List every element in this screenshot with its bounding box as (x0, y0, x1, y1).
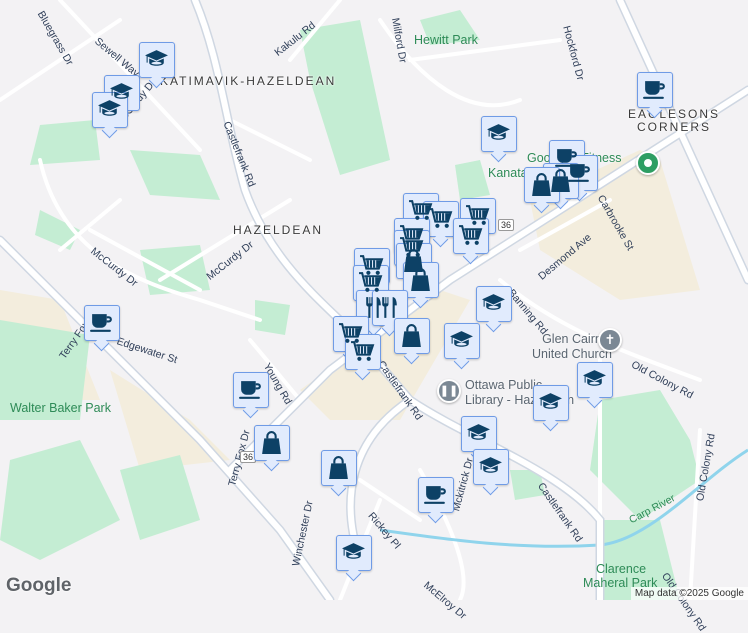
church-name-line2: United Church (532, 347, 612, 361)
shopping-bag-icon (408, 267, 433, 292)
shopping-bag-icon (259, 430, 284, 455)
park-label-hewitt: Hewitt Park (414, 33, 478, 47)
education-marker[interactable] (139, 42, 175, 78)
map-attribution[interactable]: Map data ©2025 Google (630, 587, 748, 600)
grocery-cart-icon (350, 339, 375, 364)
shopping-bag-icon (326, 455, 351, 480)
grocery-cart-marker[interactable] (345, 334, 381, 370)
cafe-marker[interactable] (233, 372, 269, 408)
education-icon (97, 97, 122, 122)
cafe-marker[interactable] (84, 305, 120, 341)
education-marker[interactable] (533, 385, 569, 421)
church-name-line1: Glen Cairn (542, 332, 602, 346)
education-marker[interactable] (444, 323, 480, 359)
park-label-clarence: Clarence (596, 562, 647, 576)
shopping-bag-icon (529, 172, 554, 197)
grocery-cart-icon (358, 270, 383, 295)
education-icon (466, 421, 491, 446)
google-logo: Google (6, 575, 72, 596)
shopping-bag-marker[interactable] (254, 425, 290, 461)
education-marker[interactable] (336, 535, 372, 571)
area-label-katimavik-hazeldean: KATIMAVIK-HAZELDEAN (160, 74, 337, 88)
cafe-icon (423, 482, 448, 507)
education-icon (486, 121, 511, 146)
library-icon[interactable]: ❚❚ (437, 379, 461, 403)
area-label-eaglesons: EAGLESONS (628, 107, 721, 121)
education-marker[interactable] (577, 362, 613, 398)
education-marker[interactable] (473, 449, 509, 485)
cafe-icon (642, 77, 667, 102)
education-icon (582, 367, 607, 392)
highway-shield-36: 36 (498, 219, 515, 231)
grocery-cart-icon (428, 206, 453, 231)
shopping-bag-icon (399, 323, 424, 348)
area-label-hazeldean: HAZELDEAN (233, 223, 324, 237)
education-icon (481, 291, 506, 316)
park-label-walter-baker: Walter Baker Park (10, 401, 111, 415)
education-icon (449, 328, 474, 353)
education-marker[interactable] (476, 286, 512, 322)
education-icon (144, 47, 169, 72)
cafe-marker[interactable] (418, 477, 454, 513)
restaurant-icon (377, 295, 402, 320)
cafe-marker[interactable] (637, 72, 673, 108)
education-icon (341, 540, 366, 565)
education-icon (538, 390, 563, 415)
grocery-cart-icon (458, 223, 483, 248)
cafe-icon (89, 310, 114, 335)
library-name-line1: Ottawa Public (465, 378, 543, 392)
area-label-corners: CORNERS (637, 120, 712, 134)
shopping-bag-marker[interactable] (394, 318, 430, 354)
cafe-icon (238, 377, 263, 402)
education-icon (478, 454, 503, 479)
mall-pin-icon[interactable] (636, 151, 660, 175)
church-icon[interactable]: ✝ (598, 328, 622, 352)
shopping-bag-marker[interactable] (403, 262, 439, 298)
education-marker[interactable] (481, 116, 517, 152)
shopping-bag-marker[interactable] (321, 450, 357, 486)
education-marker[interactable] (461, 416, 497, 452)
